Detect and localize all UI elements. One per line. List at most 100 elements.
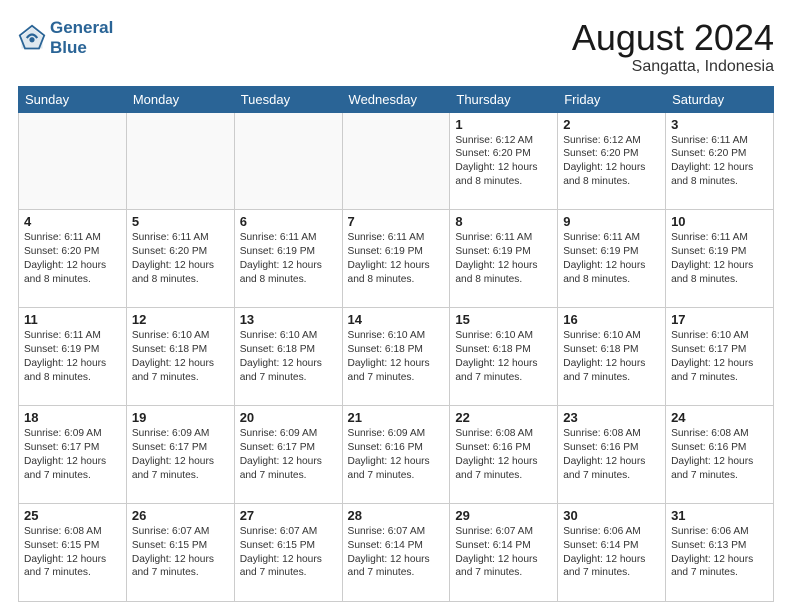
logo: General Blue: [18, 18, 113, 57]
cell-info: Sunrise: 6:09 AMSunset: 6:17 PMDaylight:…: [132, 427, 229, 482]
day-number: 22: [455, 410, 552, 425]
day-number: 19: [132, 410, 229, 425]
calendar-cell: [19, 112, 127, 210]
calendar-cell: 1Sunrise: 6:12 AMSunset: 6:20 PMDaylight…: [450, 112, 558, 210]
cell-info: Sunrise: 6:08 AMSunset: 6:16 PMDaylight:…: [563, 427, 660, 482]
cell-info: Sunrise: 6:08 AMSunset: 6:16 PMDaylight:…: [455, 427, 552, 482]
calendar-cell: 11 Sunrise: 6:11 AMSunset: 6:19 PMDayligh…: [19, 308, 127, 406]
calendar-cell: 19 Sunrise: 6:09 AMSunset: 6:17 PMDayligh…: [126, 406, 234, 504]
header-monday: Monday: [126, 86, 234, 112]
cell-info: Sunrise: 6:12 AMSunset: 6:20 PMDaylight:…: [455, 134, 552, 189]
calendar-cell: 3Sunrise: 6:11 AMSunset: 6:20 PMDaylight…: [666, 112, 774, 210]
weekday-header-row: Sunday Monday Tuesday Wednesday Thursday…: [19, 86, 774, 112]
cell-info: Sunrise: 6:07 AMSunset: 6:15 PMDaylight:…: [240, 525, 337, 580]
header: General Blue August 2024 Sangatta, Indon…: [18, 18, 774, 76]
calendar-cell: 27 Sunrise: 6:07 AMSunset: 6:15 PMDayligh…: [234, 504, 342, 602]
cell-info: Sunrise: 6:06 AMSunset: 6:14 PMDaylight:…: [563, 525, 660, 580]
calendar-cell: 17 Sunrise: 6:10 AMSunset: 6:17 PMDayligh…: [666, 308, 774, 406]
cell-info: Sunrise: 6:10 AMSunset: 6:18 PMDaylight:…: [240, 329, 337, 384]
day-number: 31: [671, 508, 768, 523]
calendar-cell: [126, 112, 234, 210]
calendar-cell: 2 Sunrise: 6:12 AMSunset: 6:20 PMDaylight…: [558, 112, 666, 210]
calendar-cell: 25 Sunrise: 6:08 AMSunset: 6:15 PMDayligh…: [19, 504, 127, 602]
cell-info: Sunrise: 6:06 AMSunset: 6:13 PMDaylight:…: [671, 525, 768, 580]
calendar-table: Sunday Monday Tuesday Wednesday Thursday…: [18, 86, 774, 602]
cell-info: Sunrise: 6:07 AMSunset: 6:15 PMDaylight:…: [132, 525, 229, 580]
calendar-cell: 16Sunrise: 6:10 AMSunset: 6:18 PMDayligh…: [558, 308, 666, 406]
cell-info: Sunrise: 6:10 AMSunset: 6:18 PMDaylight:…: [348, 329, 445, 384]
cell-info: Sunrise: 6:11 AMSunset: 6:19 PMDaylight:…: [455, 231, 552, 286]
day-number: 14: [348, 312, 445, 327]
day-number: 15: [455, 312, 552, 327]
calendar-cell: 8 Sunrise: 6:11 AMSunset: 6:19 PMDaylight…: [450, 210, 558, 308]
calendar-cell: 31 Sunrise: 6:06 AMSunset: 6:13 PMDayligh…: [666, 504, 774, 602]
cell-info: Sunrise: 6:11 AMSunset: 6:19 PMDaylight:…: [240, 231, 337, 286]
cell-info: Sunrise: 6:09 AMSunset: 6:16 PMDaylight:…: [348, 427, 445, 482]
day-number: 2: [563, 117, 660, 132]
day-number: 27: [240, 508, 337, 523]
calendar-cell: 21 Sunrise: 6:09 AMSunset: 6:16 PMDayligh…: [342, 406, 450, 504]
calendar-cell: 9 Sunrise: 6:11 AMSunset: 6:19 PMDaylight…: [558, 210, 666, 308]
cell-info: Sunrise: 6:11 AMSunset: 6:19 PMDaylight:…: [24, 329, 121, 384]
day-number: 3: [671, 117, 768, 132]
calendar-cell: [234, 112, 342, 210]
cell-info: Sunrise: 6:08 AMSunset: 6:16 PMDaylight:…: [671, 427, 768, 482]
calendar-cell: 4 Sunrise: 6:11 AMSunset: 6:20 PMDaylight…: [19, 210, 127, 308]
day-number: 5: [132, 214, 229, 229]
cell-info: Sunrise: 6:11 AMSunset: 6:19 PMDaylight:…: [348, 231, 445, 286]
calendar-cell: 13 Sunrise: 6:10 AMSunset: 6:18 PMDayligh…: [234, 308, 342, 406]
calendar-cell: 6Sunrise: 6:11 AMSunset: 6:19 PMDaylight…: [234, 210, 342, 308]
calendar-cell: 20 Sunrise: 6:09 AMSunset: 6:17 PMDayligh…: [234, 406, 342, 504]
calendar-cell: 14 Sunrise: 6:10 AMSunset: 6:18 PMDayligh…: [342, 308, 450, 406]
day-number: 10: [671, 214, 768, 229]
logo-icon: [18, 24, 46, 52]
day-number: 8: [455, 214, 552, 229]
day-number: 23: [563, 410, 660, 425]
calendar-week-row: 25 Sunrise: 6:08 AMSunset: 6:15 PMDayligh…: [19, 504, 774, 602]
cell-info: Sunrise: 6:11 AMSunset: 6:19 PMDaylight:…: [671, 231, 768, 286]
title-block: August 2024 Sangatta, Indonesia: [572, 18, 774, 76]
day-number: 7: [348, 214, 445, 229]
calendar-cell: 10 Sunrise: 6:11 AMSunset: 6:19 PMDayligh…: [666, 210, 774, 308]
day-number: 9: [563, 214, 660, 229]
day-number: 21: [348, 410, 445, 425]
cell-info: Sunrise: 6:09 AMSunset: 6:17 PMDaylight:…: [240, 427, 337, 482]
month-year: August 2024: [572, 18, 774, 58]
header-sunday: Sunday: [19, 86, 127, 112]
cell-info: Sunrise: 6:12 AMSunset: 6:20 PMDaylight:…: [563, 134, 660, 189]
header-saturday: Saturday: [666, 86, 774, 112]
day-number: 25: [24, 508, 121, 523]
day-number: 12: [132, 312, 229, 327]
cell-info: Sunrise: 6:08 AMSunset: 6:15 PMDaylight:…: [24, 525, 121, 580]
logo-text: General Blue: [50, 18, 113, 57]
header-thursday: Thursday: [450, 86, 558, 112]
day-number: 20: [240, 410, 337, 425]
day-number: 16: [563, 312, 660, 327]
cell-info: Sunrise: 6:07 AMSunset: 6:14 PMDaylight:…: [455, 525, 552, 580]
calendar-week-row: 1Sunrise: 6:12 AMSunset: 6:20 PMDaylight…: [19, 112, 774, 210]
day-number: 29: [455, 508, 552, 523]
header-wednesday: Wednesday: [342, 86, 450, 112]
day-number: 26: [132, 508, 229, 523]
cell-info: Sunrise: 6:11 AMSunset: 6:20 PMDaylight:…: [24, 231, 121, 286]
day-number: 13: [240, 312, 337, 327]
calendar-cell: 23 Sunrise: 6:08 AMSunset: 6:16 PMDayligh…: [558, 406, 666, 504]
day-number: 17: [671, 312, 768, 327]
header-tuesday: Tuesday: [234, 86, 342, 112]
page: General Blue August 2024 Sangatta, Indon…: [0, 0, 792, 612]
day-number: 4: [24, 214, 121, 229]
day-number: 11: [24, 312, 121, 327]
cell-info: Sunrise: 6:09 AMSunset: 6:17 PMDaylight:…: [24, 427, 121, 482]
cell-info: Sunrise: 6:10 AMSunset: 6:18 PMDaylight:…: [455, 329, 552, 384]
calendar-cell: 7 Sunrise: 6:11 AMSunset: 6:19 PMDaylight…: [342, 210, 450, 308]
day-number: 18: [24, 410, 121, 425]
cell-info: Sunrise: 6:10 AMSunset: 6:18 PMDaylight:…: [132, 329, 229, 384]
cell-info: Sunrise: 6:11 AMSunset: 6:19 PMDaylight:…: [563, 231, 660, 286]
calendar-week-row: 4 Sunrise: 6:11 AMSunset: 6:20 PMDaylight…: [19, 210, 774, 308]
calendar-cell: 30Sunrise: 6:06 AMSunset: 6:14 PMDayligh…: [558, 504, 666, 602]
calendar-cell: [342, 112, 450, 210]
calendar-cell: 28Sunrise: 6:07 AMSunset: 6:14 PMDayligh…: [342, 504, 450, 602]
calendar-week-row: 18 Sunrise: 6:09 AMSunset: 6:17 PMDayligh…: [19, 406, 774, 504]
calendar-cell: 5Sunrise: 6:11 AMSunset: 6:20 PMDaylight…: [126, 210, 234, 308]
cell-info: Sunrise: 6:10 AMSunset: 6:17 PMDaylight:…: [671, 329, 768, 384]
